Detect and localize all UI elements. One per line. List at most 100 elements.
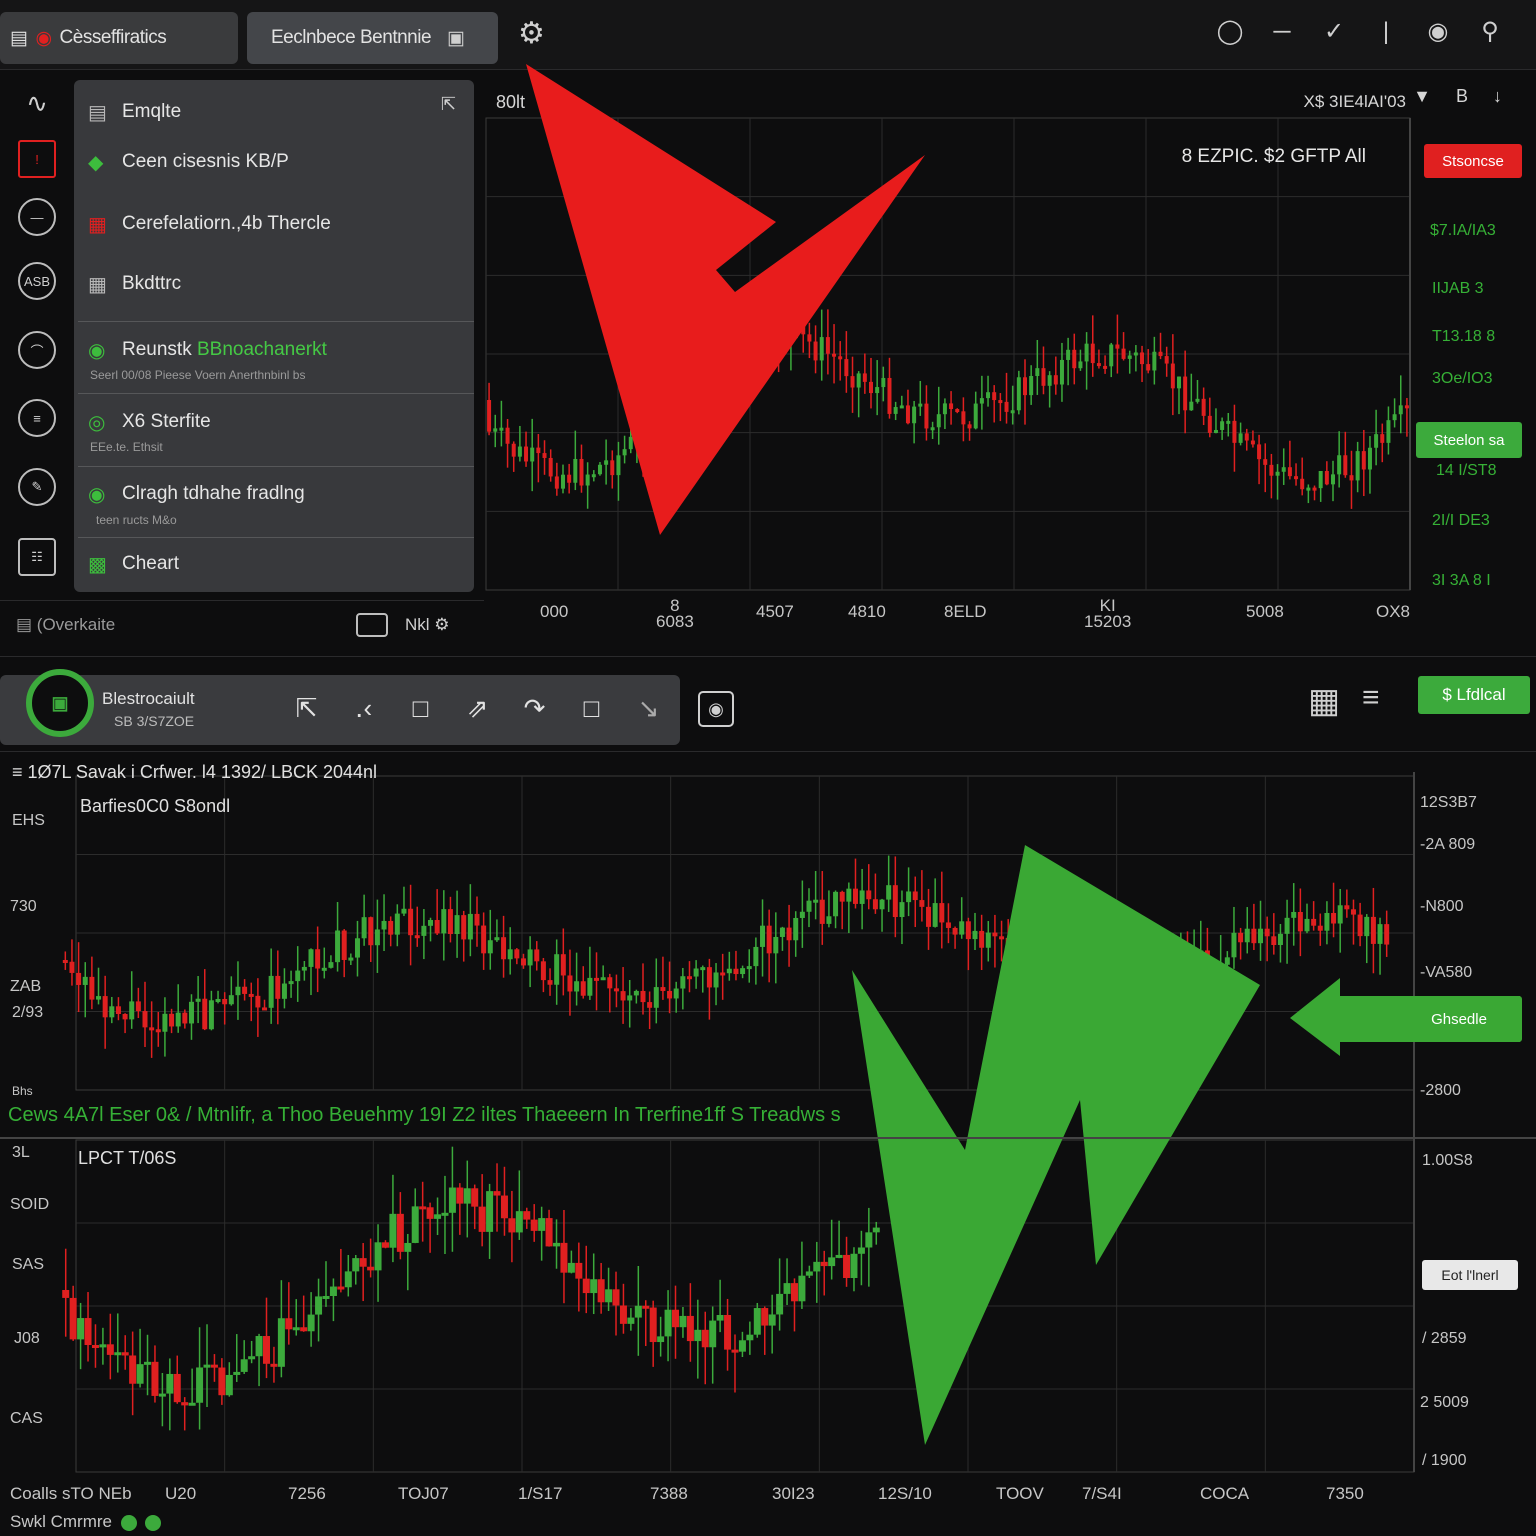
candle	[268, 975, 274, 1008]
candle	[554, 954, 560, 985]
candle	[285, 1318, 293, 1330]
y-tick: 1.00S8	[1422, 1152, 1473, 1169]
candle	[806, 900, 812, 912]
curve-icon[interactable]: ↷	[506, 693, 563, 724]
candle	[605, 1289, 613, 1303]
chart2-title: Barfies0C0 S8ondl	[80, 796, 231, 816]
candle	[799, 911, 805, 918]
candle	[263, 1336, 270, 1364]
candle	[979, 930, 985, 948]
candle	[693, 968, 699, 977]
candle	[939, 903, 945, 923]
candle	[277, 1318, 285, 1367]
dots-icon[interactable]: ․‹	[335, 693, 392, 724]
candle	[228, 995, 234, 1005]
chart-title: 80lt	[496, 92, 526, 112]
news-ticker[interactable]: Cews 4A7l Eser 0& / Mtnlifr, a Thoo Beue…	[8, 1104, 868, 1127]
candle	[600, 977, 606, 981]
camera-icon[interactable]: ◉	[698, 691, 734, 727]
candle	[494, 937, 500, 941]
arrow-up-icon[interactable]: ⇗	[449, 693, 506, 724]
x-tick: 12S/10	[878, 1484, 932, 1503]
candle	[932, 903, 938, 927]
candle	[607, 977, 613, 989]
candle	[426, 1207, 434, 1219]
candle	[857, 1247, 865, 1254]
y-tick: 2/93	[12, 1004, 44, 1021]
price-badge-white[interactable]: Eot l'lnerl	[1422, 1260, 1518, 1290]
menu-icon[interactable]: ≡	[1362, 681, 1380, 715]
candle	[493, 1191, 501, 1196]
candle	[826, 916, 832, 924]
candle	[508, 1218, 516, 1233]
candle	[222, 998, 228, 1005]
candle	[886, 885, 892, 900]
candle	[1244, 928, 1250, 943]
candle	[151, 1361, 159, 1396]
grid-icon[interactable]: ▦	[1308, 681, 1340, 721]
cursor-icon[interactable]: ⇱	[278, 693, 335, 724]
y-tick: 14 I/ST8	[1436, 462, 1497, 479]
x-tick: 8ELD	[944, 602, 987, 621]
candle	[701, 1329, 709, 1348]
candle	[1238, 932, 1244, 943]
candle	[91, 1345, 99, 1349]
candle	[262, 1007, 268, 1011]
chart-controls[interactable]: ▼ B ↓	[1413, 86, 1512, 107]
y-tick: ZAB	[10, 978, 42, 995]
candle	[394, 913, 400, 935]
candle	[142, 1011, 148, 1028]
box-icon[interactable]: □	[563, 693, 620, 724]
candle	[474, 913, 480, 926]
y-tick: SAS	[12, 1256, 45, 1273]
candle	[76, 972, 82, 985]
candle	[348, 957, 354, 961]
candle	[746, 966, 752, 970]
live-badge[interactable]: $ Lfdlcal	[1418, 676, 1530, 714]
badge-label: Stsoncse	[1442, 152, 1504, 170]
candle	[538, 1218, 546, 1231]
y-tick: -2800	[1420, 1082, 1461, 1099]
candle	[819, 899, 825, 924]
candle	[1311, 918, 1317, 926]
candle	[69, 961, 75, 973]
chart-info: 8 EZPIC. $2 GFTP All	[1181, 146, 1366, 167]
y-tick: CAS	[10, 1410, 43, 1427]
price-badge-green[interactable]: Ghsedle	[1396, 996, 1522, 1042]
candle	[300, 1327, 308, 1332]
candle	[421, 925, 427, 936]
x-tick: 5008	[1246, 602, 1284, 621]
price-badge-green[interactable]: Steelon sa	[1416, 422, 1522, 458]
x-tick: COCA	[1200, 1484, 1250, 1503]
y-tick: 730	[10, 898, 37, 915]
rect-icon[interactable]: □	[392, 693, 449, 724]
candle	[700, 967, 706, 971]
candle	[354, 938, 360, 958]
candle	[919, 900, 925, 907]
candle	[381, 920, 387, 930]
drawing-tools: ⇱ ․‹ □ ⇗ ↷ □ ↘	[278, 693, 677, 724]
candle	[726, 968, 732, 974]
candle	[144, 1361, 152, 1365]
price-badge-red[interactable]: Stsoncse	[1424, 144, 1522, 178]
candle	[404, 1242, 412, 1252]
candle	[329, 1286, 337, 1296]
candle	[999, 936, 1005, 940]
candle	[1284, 917, 1290, 934]
logo-icon[interactable]: ▣	[26, 669, 94, 737]
candle	[574, 981, 580, 992]
candle	[527, 949, 533, 966]
chart2-header: ≡ 1Ø7L Savak i Crfwer. l4 1392/ LBCK 204…	[12, 762, 378, 782]
x-tick: KI 15203	[1084, 596, 1132, 631]
candle	[89, 976, 95, 1000]
candle	[740, 968, 746, 975]
candle	[1331, 912, 1337, 924]
candle	[208, 1000, 214, 1030]
chart-pane-top: 80lt X$ 3IE4lAI'03 ▼ B ↓ 8 EZPIC. $2 GFT…	[484, 72, 1536, 652]
chart3-candles	[62, 1146, 880, 1431]
candle	[906, 891, 912, 903]
arrow-draw-icon[interactable]: ↘	[620, 693, 677, 724]
x-tick: 7256	[288, 1484, 326, 1503]
candle	[945, 922, 951, 928]
candle	[959, 921, 965, 935]
